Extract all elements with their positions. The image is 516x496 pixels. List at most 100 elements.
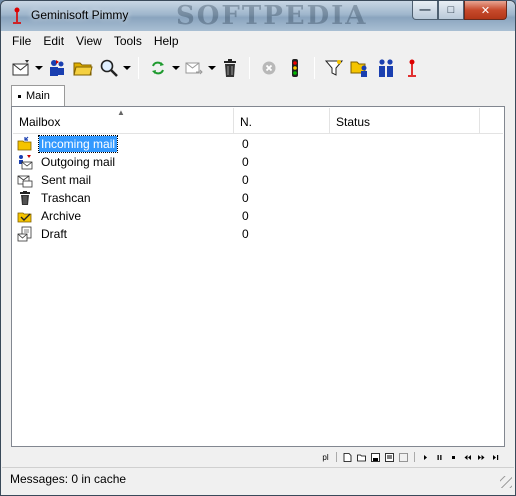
stop-playback-button[interactable] [448,452,459,463]
open-item-button[interactable] [356,452,367,463]
list-rows: Incoming mail 0 Outgoing mail 0 Sent mai… [16,135,502,243]
mailbox-count: 0 [242,137,249,151]
navigation-bar: pl [11,449,505,465]
incoming-mail-icon [17,136,32,151]
menu-help[interactable]: Help [148,34,185,48]
navbar-separator [336,452,337,462]
new-document-icon [343,452,352,462]
rewind-icon [464,454,471,460]
stop-square-icon [452,455,455,459]
column-header-count[interactable]: N. [234,108,330,134]
send-receive-icon [152,61,164,75]
mailbox-name: Archive [41,209,82,223]
menu-tools[interactable]: Tools [108,34,148,48]
mailbox-count: 0 [242,227,249,241]
list-item[interactable]: Archive 0 [16,207,502,225]
filter-button[interactable] [321,55,347,81]
mailbox-name: Trashcan [41,191,91,205]
send-receive-dropdown[interactable] [171,55,181,81]
delete-button[interactable] [217,55,243,81]
first-button[interactable] [462,452,473,463]
folders-button[interactable] [347,55,373,81]
mailbox-count: 0 [242,209,249,223]
column-header-label: Mailbox [19,115,61,129]
mailbox-count: 0 [242,173,249,187]
status-light-button[interactable] [282,55,308,81]
trashcan-icon [20,191,30,205]
list-view-button[interactable] [384,452,395,463]
last-button[interactable] [476,452,487,463]
traffic-light-icon [292,59,298,77]
close-button[interactable]: ✕ [464,1,507,20]
pause-button[interactable] [434,452,445,463]
list-icon [385,452,394,462]
users-icon [379,59,393,77]
address-book-button[interactable] [44,55,70,81]
list-item[interactable]: Outgoing mail 0 [16,153,502,171]
antenna-button[interactable] [399,55,425,81]
list-item[interactable]: Draft 0 [16,225,502,243]
list-item[interactable]: Incoming mail 0 [16,135,502,153]
column-header-label: N. [240,115,252,129]
address-book-icon [50,60,64,76]
toolbar [2,53,514,83]
mailbox-name: Sent mail [41,173,92,187]
fast-forward-icon [478,454,485,460]
menu-edit[interactable]: Edit [37,34,70,48]
toolbar-separator [314,57,315,79]
play-icon [424,454,427,460]
list-item[interactable]: Sent mail 0 [16,171,502,189]
column-header-label: Status [336,115,371,129]
navbar-separator [414,452,415,462]
menu-bar: File Edit View Tools Help [2,31,514,51]
list-item[interactable]: Trashcan 0 [16,189,502,207]
next-button[interactable] [490,452,501,463]
save-item-button[interactable] [370,452,381,463]
mailbox-name: Incoming mail [37,135,119,153]
main-window: Geminisoft Pimmy SOFTPEDIA — □ ✕ File Ed… [0,0,516,496]
title-bar[interactable]: Geminisoft Pimmy SOFTPEDIA — □ ✕ [1,1,515,31]
new-message-icon [12,60,29,76]
menu-view[interactable]: View [70,34,108,48]
pause-icon [437,454,442,460]
folders-icon [350,61,367,77]
toolbar-separator [249,57,250,79]
tab-main[interactable]: Main [11,85,65,107]
open-folder-button[interactable] [70,55,96,81]
menu-file[interactable]: File [6,34,37,48]
mailbox-name: Outgoing mail [41,155,116,169]
play-button[interactable] [420,452,431,463]
forward-button[interactable] [181,55,207,81]
maximize-button[interactable]: □ [438,1,464,20]
tab-dot-icon [18,94,21,98]
toolbar-separator [138,57,139,79]
stop-button[interactable] [256,55,282,81]
sent-mail-icon [17,175,33,188]
mailbox-count: 0 [242,155,249,169]
column-header-mailbox[interactable]: ▲ Mailbox [13,108,234,134]
outgoing-mail-icon [19,155,33,170]
open-folder-icon [73,62,93,76]
forward-dropdown[interactable] [207,55,217,81]
window-title: Geminisoft Pimmy [31,8,129,22]
resize-grip[interactable] [500,476,512,488]
list-header: ▲ Mailbox N. Status [13,108,503,134]
next-icon [493,454,499,460]
pilcrow-button[interactable]: pl [320,452,331,463]
grid-view-button[interactable] [398,452,409,463]
new-message-button[interactable] [8,55,34,81]
new-item-button[interactable] [342,452,353,463]
mailbox-list[interactable]: ▲ Mailbox N. Status Incoming mail 0 Outg… [11,106,505,447]
new-message-dropdown[interactable] [34,55,44,81]
mailbox-count: 0 [242,191,249,205]
grid-icon [399,452,408,462]
search-button[interactable] [96,55,122,81]
users-button[interactable] [373,55,399,81]
search-dropdown[interactable] [122,55,132,81]
stop-icon [262,61,276,75]
filter-icon [324,60,344,76]
status-bar: Messages: 0 in cache [2,467,514,490]
minimize-button[interactable]: — [412,1,438,20]
column-header-status[interactable]: Status [330,108,480,134]
send-receive-button[interactable] [145,55,171,81]
